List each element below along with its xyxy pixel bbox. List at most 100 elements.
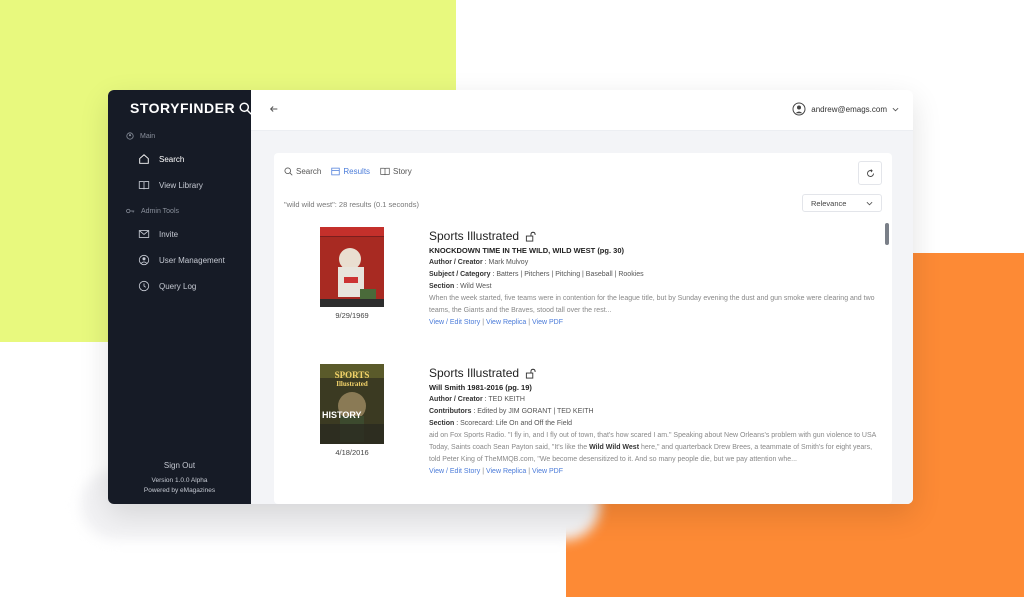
app-window: STORYFINDER Main Search View Library Adm… (108, 90, 913, 504)
sidebar-item-label: View Library (159, 180, 203, 190)
main-content: Search Results Story "wild wild west": 2… (251, 131, 913, 504)
sidebar-item-label: Search (159, 154, 185, 164)
app-logo[interactable]: STORYFINDER (130, 100, 252, 116)
back-button[interactable] (269, 104, 279, 117)
refresh-icon (866, 168, 874, 177)
view-pdf-link[interactable]: View PDF (532, 319, 563, 326)
user-circle-icon (138, 254, 150, 266)
app-name: STORYFINDER (130, 100, 236, 116)
view-replica-link[interactable]: View Replica (486, 319, 526, 326)
field-label: Section (429, 283, 455, 290)
sign-out-link[interactable]: Sign Out (108, 461, 251, 470)
view-replica-link[interactable]: View Replica (486, 468, 526, 475)
user-avatar-icon (792, 102, 806, 116)
result-links: View / Edit Story | View Replica | View … (429, 319, 564, 326)
result-info: Sports Illustrated KNOCKDOWN TIME IN THE… (429, 227, 877, 329)
field-value: Batters | Pitchers | Pitching | Baseball… (496, 271, 644, 278)
key-icon (126, 208, 135, 214)
circle-icon (126, 132, 134, 140)
cover-text-bottom: HISTORY (322, 410, 362, 420)
view-pdf-link[interactable]: View PDF (532, 468, 563, 475)
clock-icon (138, 280, 150, 292)
result-date: 9/29/1969 (335, 311, 369, 320)
field-row: Author / Creator : Mark Mulvoy (429, 259, 529, 266)
field-row: Section : Scorecard: Life On and Off the… (429, 420, 573, 427)
tab-story[interactable]: Story (380, 167, 412, 176)
section-admin-tools: Admin Tools (126, 207, 179, 215)
version-text: Version 1.0.0 Alpha (151, 477, 208, 484)
search-icon (284, 167, 293, 176)
tab-search[interactable]: Search (284, 167, 321, 176)
home-icon (139, 154, 149, 164)
section-main-label: Main (140, 132, 156, 140)
sidebar-item-query-log[interactable]: Query Log (138, 280, 196, 292)
sort-value: Relevance (811, 198, 847, 208)
results-card: Search Results Story "wild wild west": 2… (274, 153, 892, 504)
unlock-icon (525, 368, 536, 379)
cover-text-mid: Illustrated (336, 380, 368, 388)
result-thumbnail[interactable]: SPORTS Illustrated HISTORY 4/18/2016 (320, 364, 384, 457)
sidebar-item-search[interactable]: Search (138, 153, 184, 165)
result-links: View / Edit Story | View Replica | View … (429, 468, 564, 475)
sidebar-item-user-management[interactable]: User Management (138, 254, 225, 266)
field-row: Section : Wild West (429, 283, 492, 290)
sidebar-item-view-library[interactable]: View Library (138, 179, 203, 191)
unlock-icon (525, 231, 536, 242)
view-edit-story-link[interactable]: View / Edit Story (429, 468, 480, 475)
story-snippet: When the week started, five teams were i… (429, 295, 875, 314)
tab-label: Search (296, 167, 322, 176)
scrollbar-thumb[interactable] (885, 223, 889, 245)
sidebar-item-label: Query Log (159, 281, 197, 291)
snippet-highlight: Wild Wild West (589, 444, 640, 451)
cover-text-top: SPORTS (334, 370, 370, 380)
story-headline: KNOCKDOWN TIME IN THE WILD, WILD WEST (p… (429, 246, 624, 255)
user-email: andrew@emags.com (811, 104, 887, 114)
field-value: TED KEITH (488, 396, 525, 403)
sidebar-item-label: Invite (159, 229, 179, 239)
field-row: Contributors : Edited by JIM GORANT | TE… (429, 408, 594, 415)
mail-icon (138, 230, 150, 238)
result-date: 4/18/2016 (335, 448, 369, 457)
field-label: Subject / Category (429, 271, 491, 278)
publication-title[interactable]: Sports Illustrated (429, 364, 877, 382)
section-main: Main (126, 132, 155, 140)
sidebar-item-label: User Management (159, 255, 225, 265)
publication-title[interactable]: Sports Illustrated (429, 227, 877, 245)
view-edit-story-link[interactable]: View / Edit Story (429, 319, 480, 326)
arrow-left-icon (269, 106, 278, 112)
cover-art (320, 227, 384, 307)
magazine-cover-image[interactable] (320, 227, 384, 307)
field-label: Contributors (429, 408, 472, 415)
story-headline: Will Smith 1981-2016 (pg. 19) (429, 383, 532, 392)
user-menu[interactable]: andrew@emags.com (792, 102, 899, 116)
powered-by-text: Powered by eMagazines (143, 487, 216, 494)
sidebar: STORYFINDER Main Search View Library Adm… (108, 90, 252, 504)
chevron-down-icon (892, 107, 899, 111)
view-tabs: Search Results Story (284, 167, 412, 176)
field-value: Scorecard: Life On and Off the Field (460, 420, 573, 427)
chevron-down-icon (866, 201, 873, 205)
tab-label: Story (393, 167, 412, 176)
story-snippet: aid on Fox Sports Radio. "I fly in, and … (429, 430, 877, 466)
field-value: Wild West (460, 283, 492, 290)
results-summary: "wild wild west": 28 results (0.1 second… (284, 200, 419, 209)
refresh-button[interactable] (858, 161, 882, 185)
result-thumbnail[interactable]: 9/29/1969 (320, 227, 384, 320)
sidebar-item-invite[interactable]: Invite (138, 228, 178, 240)
publication-name: Sports Illustrated (429, 366, 520, 380)
field-label: Author / Creator (429, 259, 483, 266)
field-label: Section (429, 420, 455, 427)
magazine-cover-image[interactable]: SPORTS Illustrated HISTORY (320, 364, 384, 444)
tab-label: Results (343, 167, 371, 176)
list-icon (331, 167, 340, 176)
section-admin-label: Admin Tools (141, 207, 180, 215)
field-value: Edited by JIM GORANT | TED KEITH (477, 408, 594, 415)
publication-name: Sports Illustrated (429, 229, 520, 243)
field-row: Subject / Category : Batters | Pitchers … (429, 271, 644, 278)
field-label: Author / Creator (429, 396, 483, 403)
sort-select[interactable]: Relevance (802, 194, 882, 212)
tab-results[interactable]: Results (331, 167, 370, 176)
book-icon (138, 181, 150, 190)
top-bar: andrew@emags.com (251, 90, 913, 131)
field-row: Author / Creator : TED KEITH (429, 396, 525, 403)
